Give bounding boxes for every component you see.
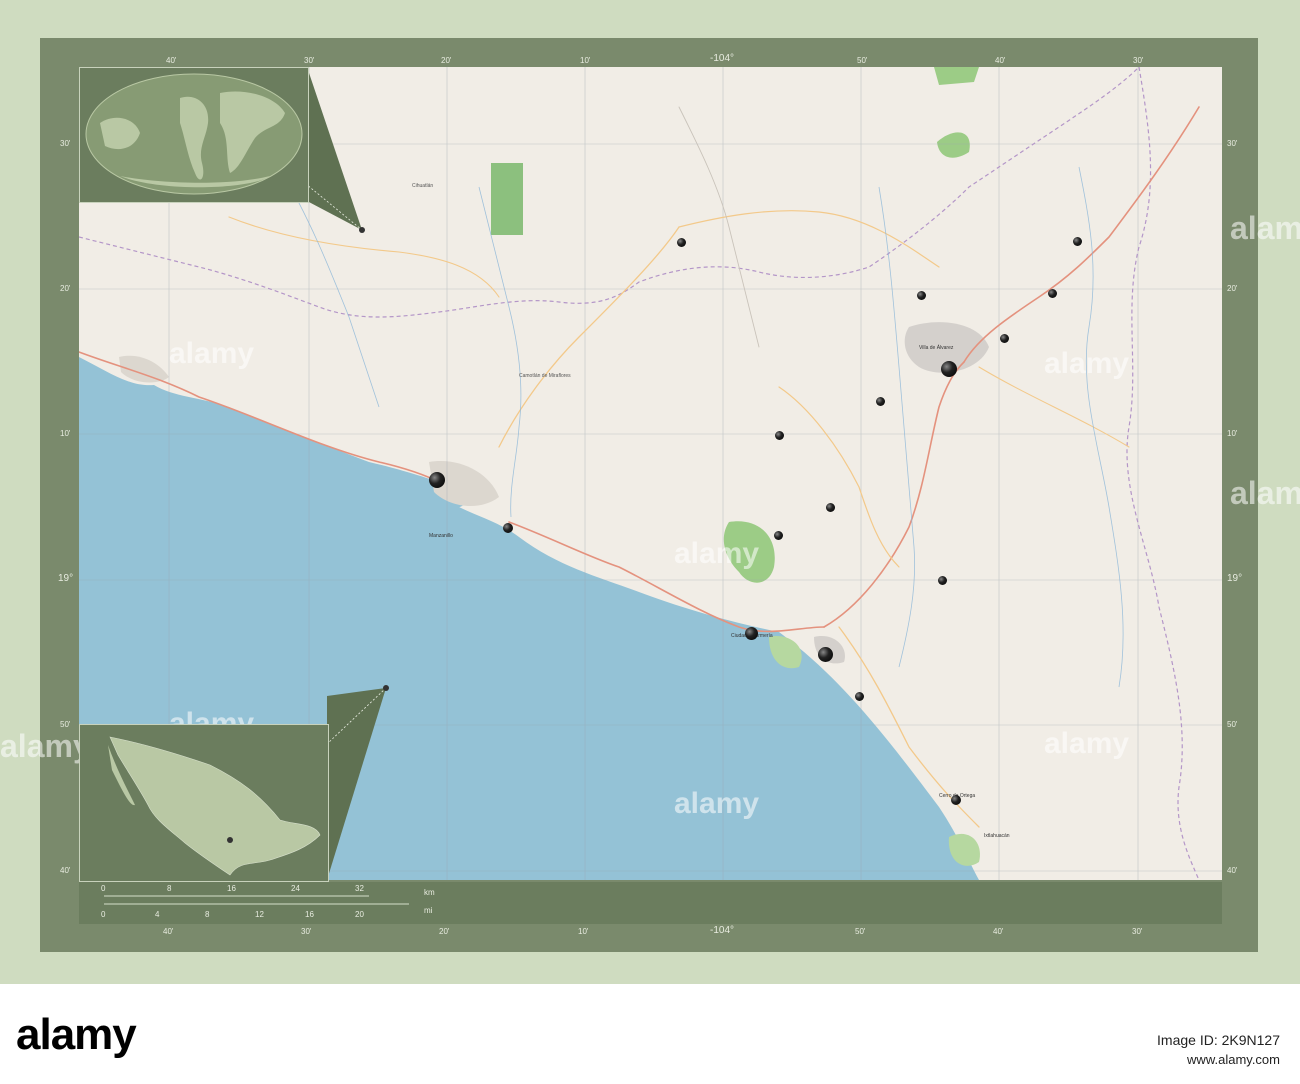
globe-svg bbox=[85, 73, 303, 195]
lat-tick-left: 30' bbox=[60, 139, 71, 148]
scale-km-tick: 32 bbox=[355, 884, 364, 893]
scale-mi-tick: 12 bbox=[255, 910, 264, 919]
scale-mi-tick: 16 bbox=[305, 910, 314, 919]
scale-mi-tick: 4 bbox=[155, 910, 160, 919]
lon-tick-bottom: -104° bbox=[710, 925, 735, 936]
scale-mi-tick: 20 bbox=[355, 910, 364, 919]
image-id: Image ID: 2K9N127 bbox=[1157, 1032, 1280, 1048]
globe-inset bbox=[79, 67, 309, 203]
lon-tick-bottom: 20' bbox=[439, 927, 450, 936]
scale-km-tick: 16 bbox=[227, 884, 236, 893]
lat-tick-left: 20' bbox=[60, 284, 71, 293]
scale-bar bbox=[104, 895, 409, 905]
lat-tick-left: 19° bbox=[58, 573, 74, 584]
lon-tick-top: -104° bbox=[710, 53, 735, 64]
scale-km-label: km bbox=[424, 888, 435, 897]
lon-tick-top: 20' bbox=[441, 56, 452, 65]
lon-tick-bottom: 10' bbox=[578, 927, 589, 936]
scale-km-tick: 0 bbox=[101, 884, 106, 893]
scale-km-tick: 24 bbox=[291, 884, 300, 893]
lon-tick-top: 50' bbox=[857, 56, 868, 65]
lat-tick-right: 20' bbox=[1227, 284, 1238, 293]
country-inset bbox=[79, 724, 329, 882]
lon-tick-bottom: 40' bbox=[163, 927, 174, 936]
lat-tick-left: 50' bbox=[60, 720, 71, 729]
lat-tick-right: 30' bbox=[1227, 139, 1238, 148]
lon-tick-bottom: 40' bbox=[993, 927, 1004, 936]
lon-tick-top: 10' bbox=[580, 56, 591, 65]
lon-tick-top: 30' bbox=[304, 56, 315, 65]
lon-tick-bottom: 50' bbox=[855, 927, 866, 936]
lat-tick-left: 40' bbox=[60, 866, 71, 875]
scale-bar-strip: 0 8 16 24 32 km 0 4 8 12 16 20 mi bbox=[79, 882, 1222, 924]
lat-tick-right: 40' bbox=[1227, 866, 1238, 875]
stock-footer bbox=[0, 984, 1300, 1084]
lat-tick-left: 10' bbox=[60, 429, 71, 438]
lat-tick-right: 50' bbox=[1227, 720, 1238, 729]
lon-tick-bottom: 30' bbox=[1132, 927, 1143, 936]
lon-tick-top: 40' bbox=[995, 56, 1006, 65]
lon-tick-top: 40' bbox=[166, 56, 177, 65]
scale-mi-tick: 8 bbox=[205, 910, 210, 919]
stock-url[interactable]: www.alamy.com bbox=[1187, 1052, 1280, 1067]
scale-km-tick: 8 bbox=[167, 884, 172, 893]
lon-tick-top: 30' bbox=[1133, 56, 1144, 65]
scale-mi-tick: 0 bbox=[101, 910, 106, 919]
country-svg bbox=[108, 736, 321, 876]
scale-mi-label: mi bbox=[424, 906, 433, 915]
stock-logo[interactable]: alamy bbox=[16, 1010, 137, 1060]
lat-tick-right: 10' bbox=[1227, 429, 1238, 438]
lat-tick-right: 19° bbox=[1227, 573, 1243, 584]
lon-tick-bottom: 30' bbox=[301, 927, 312, 936]
